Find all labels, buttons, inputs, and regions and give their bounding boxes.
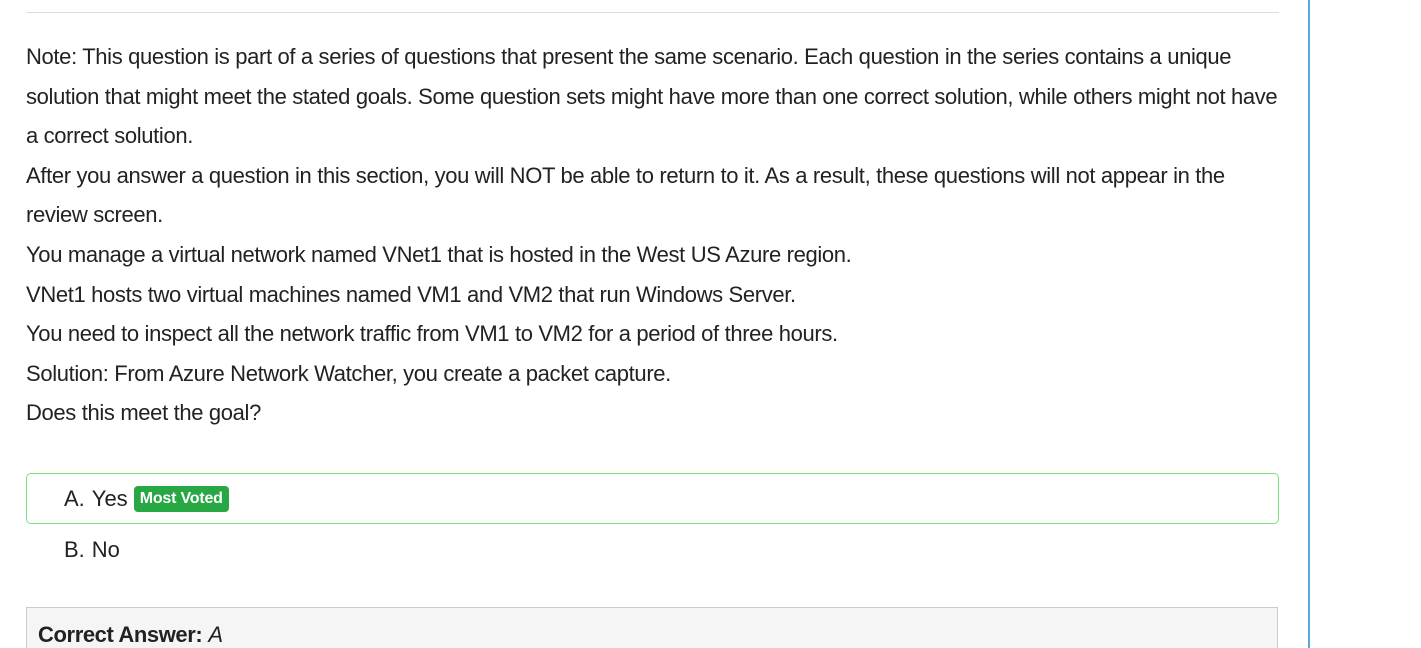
page: Note: This question is part of a series …: [0, 0, 1421, 648]
choices-list: A. Yes Most Voted B. No: [26, 473, 1279, 575]
question-body: Note: This question is part of a series …: [26, 37, 1279, 433]
question-card: Note: This question is part of a series …: [0, 0, 1309, 648]
question-paragraph-solution: Solution: From Azure Network Watcher, yo…: [26, 360, 671, 386]
question-paragraph-requirement: You need to inspect all the network traf…: [26, 321, 838, 347]
choice-text: No: [91, 536, 120, 562]
question-paragraph-prompt: Does this meet the goal?: [26, 400, 261, 426]
question-paragraph-vms: VNet1 hosts two virtual machines named V…: [26, 281, 796, 307]
correct-answer-label: Correct Answer:: [38, 622, 203, 647]
divider: [26, 12, 1279, 13]
choice-a[interactable]: A. Yes Most Voted: [26, 473, 1279, 524]
correct-answer-value: A: [208, 622, 224, 647]
question-paragraph-note: Note: This question is part of a series …: [26, 44, 1278, 149]
panel-border: [1308, 0, 1310, 648]
choice-text: Yes: [91, 485, 128, 511]
choice-letter: B.: [64, 536, 85, 562]
choice-b[interactable]: B. No: [26, 524, 1279, 575]
correct-answer-box: Correct Answer: A: [26, 607, 1278, 648]
most-voted-badge: Most Voted: [133, 485, 229, 512]
choice-letter: A.: [64, 485, 85, 511]
question-paragraph-instructions: After you answer a question in this sect…: [26, 162, 1225, 228]
question-paragraph-scenario: You manage a virtual network named VNet1…: [26, 241, 852, 267]
